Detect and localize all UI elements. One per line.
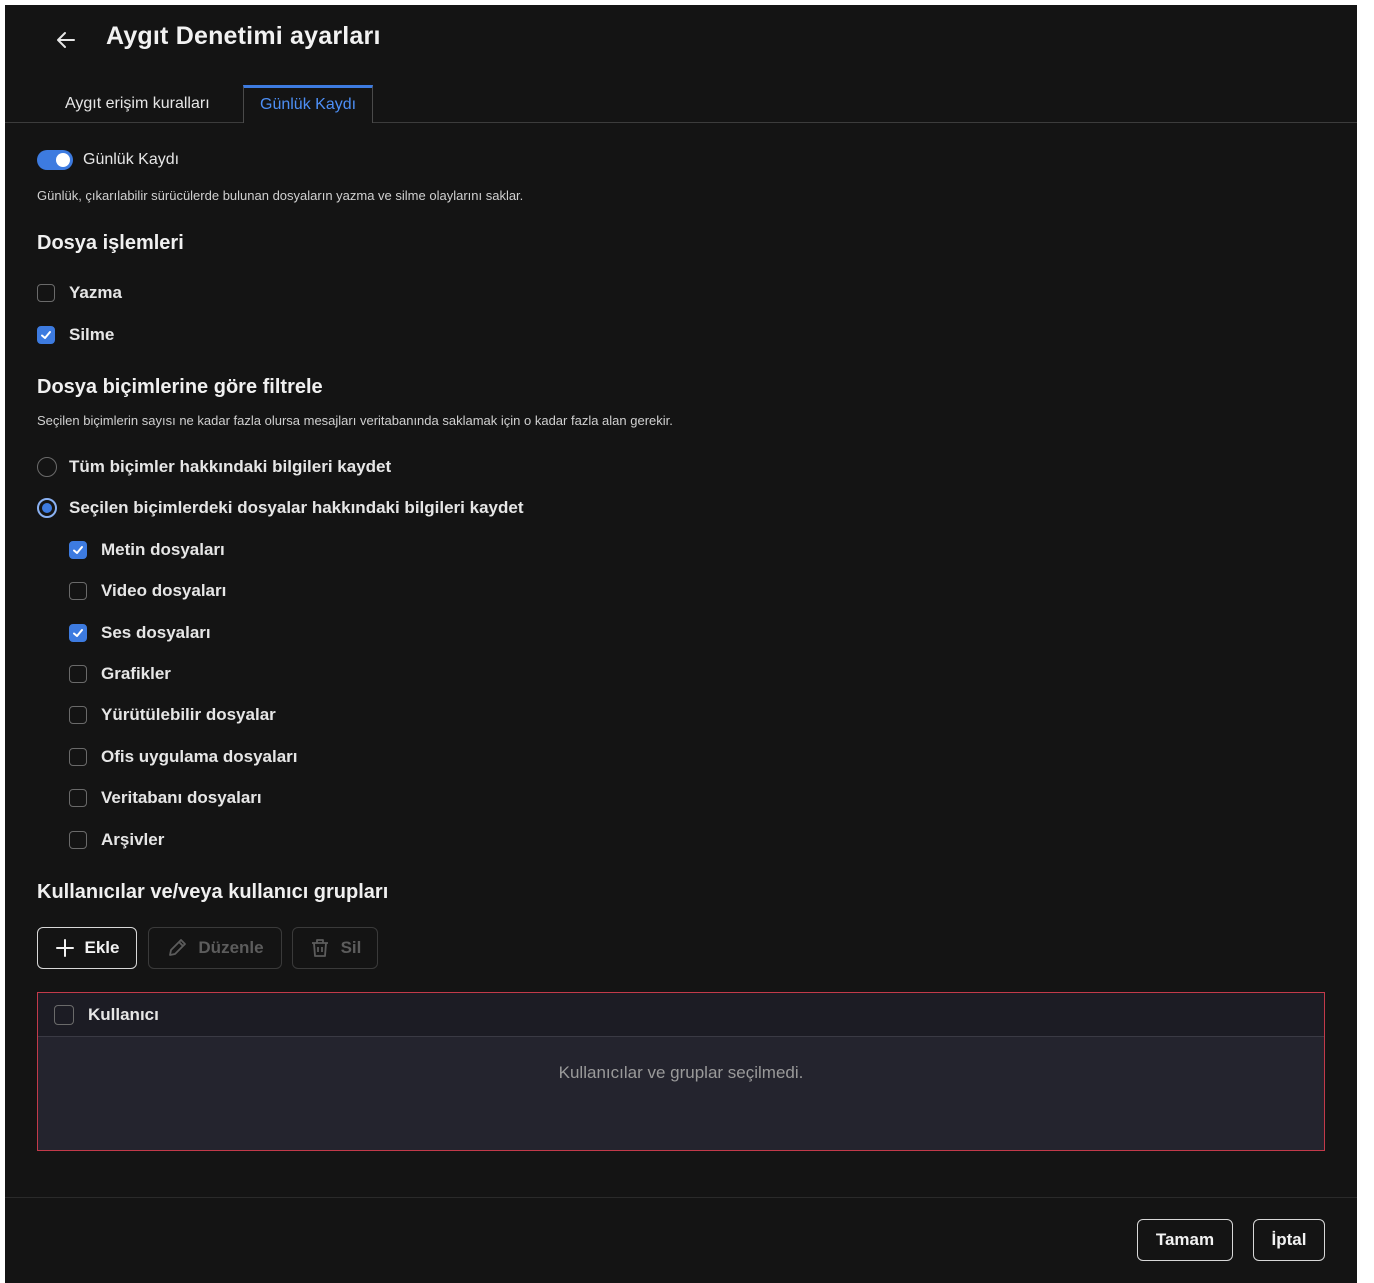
checkmark-icon bbox=[41, 331, 51, 339]
format-filter-description: Seçilen biçimlerin sayısı ne kadar fazla… bbox=[37, 413, 673, 428]
format-executable[interactable]: Yürütülebilir dosyalar bbox=[69, 705, 276, 725]
selected-formats-radio[interactable] bbox=[37, 498, 57, 518]
plus-icon bbox=[55, 939, 74, 957]
trash-icon bbox=[311, 939, 328, 957]
office-files-label: Ofis uygulama dosyaları bbox=[101, 747, 298, 766]
empty-state-text: Kullanıcılar ve gruplar seçilmedi. bbox=[558, 1063, 804, 1082]
audio-files-label: Ses dosyaları bbox=[101, 623, 211, 642]
audio-files-checkbox[interactable] bbox=[69, 624, 87, 642]
tab-logging[interactable]: Günlük Kaydı bbox=[243, 85, 374, 123]
executable-files-label: Yürütülebilir dosyalar bbox=[101, 705, 276, 724]
graphics-checkbox[interactable] bbox=[69, 665, 87, 683]
graphics-label: Grafikler bbox=[101, 664, 171, 683]
checkmark-icon bbox=[73, 629, 83, 637]
format-audio[interactable]: Ses dosyaları bbox=[69, 623, 211, 643]
cancel-button-label: İptal bbox=[1271, 1230, 1307, 1249]
archives-checkbox[interactable] bbox=[69, 831, 87, 849]
logging-toggle-row: Günlük Kaydı bbox=[37, 150, 179, 170]
add-button-label: Ekle bbox=[84, 938, 120, 957]
text-files-label: Metin dosyaları bbox=[101, 540, 225, 559]
tab-bar: Aygıt erişim kuralları Günlük Kaydı bbox=[5, 85, 1357, 123]
table-header: Kullanıcı bbox=[38, 993, 1324, 1037]
office-files-checkbox[interactable] bbox=[69, 748, 87, 766]
delete-checkbox[interactable] bbox=[37, 326, 55, 344]
executable-files-checkbox[interactable] bbox=[69, 706, 87, 724]
delete-button[interactable]: Sil bbox=[292, 927, 378, 969]
select-all-checkbox[interactable] bbox=[54, 1004, 74, 1025]
video-files-checkbox[interactable] bbox=[69, 582, 87, 600]
format-video[interactable]: Video dosyaları bbox=[69, 581, 226, 601]
radio-selected-formats[interactable]: Seçilen biçimlerdeki dosyalar hakkındaki… bbox=[37, 498, 523, 518]
footer: Tamam İptal bbox=[5, 1197, 1357, 1283]
format-database[interactable]: Veritabanı dosyaları bbox=[69, 788, 262, 808]
back-button[interactable] bbox=[51, 25, 81, 55]
column-header-user[interactable]: Kullanıcı bbox=[88, 1005, 159, 1025]
settings-panel: Aygıt Denetimi ayarları Aygıt erişim kur… bbox=[5, 5, 1357, 1283]
format-office[interactable]: Ofis uygulama dosyaları bbox=[69, 747, 298, 767]
radio-all-formats[interactable]: Tüm biçimler hakkındaki bilgileri kaydet bbox=[37, 457, 391, 477]
database-files-checkbox[interactable] bbox=[69, 789, 87, 807]
selected-formats-label: Seçilen biçimlerdeki dosyalar hakkındaki… bbox=[69, 498, 524, 517]
text-files-checkbox[interactable] bbox=[69, 541, 87, 559]
page-title: Aygıt Denetimi ayarları bbox=[106, 22, 381, 50]
logging-toggle[interactable] bbox=[37, 150, 73, 170]
all-formats-label: Tüm biçimler hakkındaki bilgileri kaydet bbox=[69, 457, 392, 476]
checkmark-icon bbox=[73, 546, 83, 554]
file-op-delete[interactable]: Silme bbox=[37, 325, 114, 345]
back-arrow-icon bbox=[57, 32, 75, 48]
database-files-label: Veritabanı dosyaları bbox=[101, 788, 262, 807]
file-operations-title: Dosya işlemleri bbox=[37, 232, 184, 254]
archives-label: Arşivler bbox=[101, 830, 165, 849]
format-filter-title: Dosya biçimlerine göre filtrele bbox=[37, 376, 323, 398]
cancel-button[interactable]: İptal bbox=[1253, 1219, 1325, 1261]
users-title: Kullanıcılar ve/veya kullanıcı grupları bbox=[37, 881, 389, 903]
header: Aygıt Denetimi ayarları bbox=[5, 5, 1357, 75]
logging-description: Günlük, çıkarılabilir sürücülerde buluna… bbox=[37, 188, 524, 203]
delete-label: Silme bbox=[69, 325, 115, 344]
delete-button-label: Sil bbox=[340, 938, 362, 957]
format-archives[interactable]: Arşivler bbox=[69, 830, 164, 850]
add-button[interactable]: Ekle bbox=[37, 927, 137, 969]
edit-button-label: Düzenle bbox=[198, 938, 264, 957]
all-formats-radio[interactable] bbox=[37, 457, 57, 477]
write-checkbox[interactable] bbox=[37, 284, 55, 302]
logging-toggle-label: Günlük Kaydı bbox=[83, 151, 180, 168]
tab-device-access-rules[interactable]: Aygıt erişim kuralları bbox=[49, 85, 226, 122]
edit-button[interactable]: Düzenle bbox=[148, 927, 282, 969]
video-files-label: Video dosyaları bbox=[101, 581, 227, 600]
format-graphics[interactable]: Grafikler bbox=[69, 664, 171, 684]
ok-button-label: Tamam bbox=[1155, 1230, 1215, 1249]
format-text[interactable]: Metin dosyaları bbox=[69, 540, 225, 560]
file-op-write[interactable]: Yazma bbox=[37, 283, 122, 303]
pencil-icon bbox=[169, 939, 187, 956]
write-label: Yazma bbox=[69, 283, 122, 302]
ok-button[interactable]: Tamam bbox=[1137, 1219, 1233, 1261]
users-table: Kullanıcı Kullanıcılar ve gruplar seçilm… bbox=[37, 992, 1325, 1151]
